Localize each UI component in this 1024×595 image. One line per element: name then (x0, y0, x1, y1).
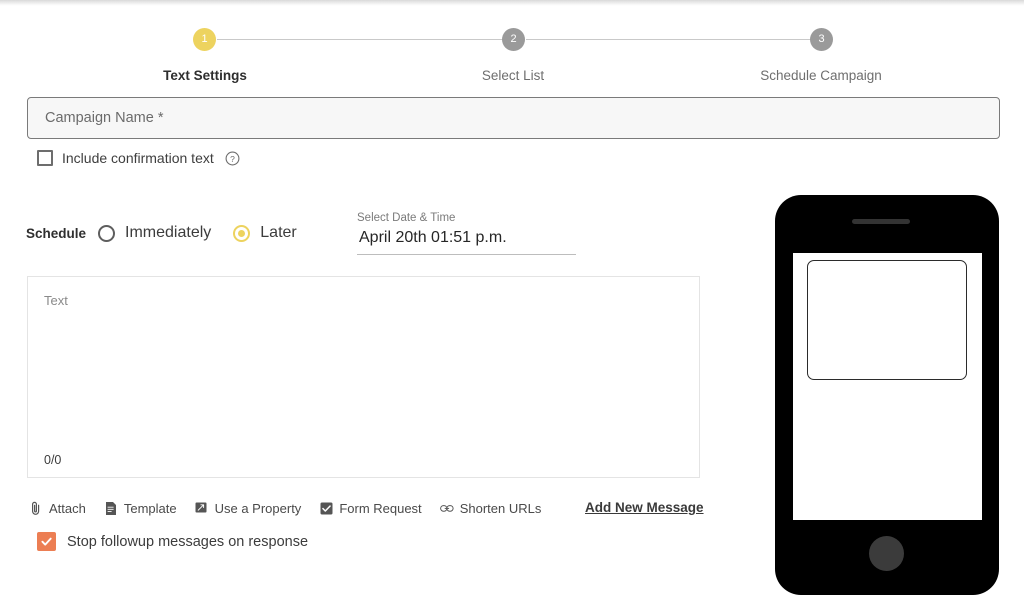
step-circle-1[interactable]: 1 (193, 28, 216, 51)
stop-followup-checkbox[interactable] (37, 532, 56, 551)
message-toolbar: Attach Template Use a Property Form Requ… (29, 500, 553, 516)
step-label-schedule-campaign[interactable]: Schedule Campaign (711, 68, 931, 83)
phone-screen (793, 253, 982, 520)
svg-text:?: ? (230, 153, 235, 163)
shorten-urls-button[interactable]: Shorten URLs (439, 500, 542, 516)
datetime-field-group: Select Date & Time (357, 212, 576, 255)
step-label-select-list[interactable]: Select List (403, 68, 623, 83)
step-connector-2-3 (526, 39, 811, 40)
question-circle-icon[interactable]: ? (225, 151, 240, 166)
phone-home-button-icon (869, 536, 904, 571)
step-circle-2[interactable]: 2 (502, 28, 525, 51)
attach-button[interactable]: Attach (29, 500, 86, 516)
phone-speaker-icon (852, 219, 910, 224)
radio-later-label[interactable]: Later (260, 224, 296, 242)
schedule-row: Schedule Immediately Later (26, 224, 319, 242)
paperclip-icon (29, 500, 43, 516)
page-top-edge (0, 0, 1024, 6)
radio-immediately-label[interactable]: Immediately (125, 224, 211, 242)
stop-followup-label: Stop followup messages on response (67, 533, 309, 550)
template-button[interactable]: Template (104, 500, 177, 516)
shorten-urls-label: Shorten URLs (459, 500, 542, 516)
schedule-caption: Schedule (26, 225, 87, 241)
datetime-label: Select Date & Time (357, 212, 456, 224)
template-label: Template (123, 500, 177, 516)
datetime-input[interactable] (357, 228, 576, 255)
include-confirmation-checkbox[interactable] (37, 150, 53, 166)
link-chain-icon (439, 500, 454, 516)
use-a-property-label: Use a Property (214, 500, 302, 516)
include-confirmation-row[interactable]: Include confirmation text ? (37, 150, 240, 166)
message-preview-bubble (807, 260, 967, 380)
step-label-text-settings[interactable]: Text Settings (95, 68, 315, 83)
attach-label: Attach (49, 500, 86, 516)
add-new-message-link[interactable]: Add New Message (585, 500, 704, 515)
message-placeholder: Text (44, 293, 68, 308)
step-connector-1-2 (217, 39, 503, 40)
form-request-button[interactable]: Form Request (319, 500, 422, 516)
campaign-name-input[interactable] (27, 97, 1000, 139)
stop-followup-row[interactable]: Stop followup messages on response (37, 532, 308, 551)
message-character-counter: 0/0 (44, 453, 62, 467)
check-icon (41, 537, 52, 546)
document-icon (104, 500, 118, 516)
message-textarea-container[interactable]: Text 0/0 (27, 276, 700, 478)
checkbox-filled-icon (319, 500, 333, 516)
step-circle-3[interactable]: 3 (810, 28, 833, 51)
phone-preview-mockup (775, 195, 999, 595)
radio-immediately[interactable] (98, 224, 116, 242)
radio-later[interactable] (233, 224, 251, 242)
wizard-stepper: 1 2 3 Text Settings Select List Schedule… (0, 14, 1024, 83)
form-request-label: Form Request (339, 500, 422, 516)
property-tag-icon (195, 500, 209, 516)
include-confirmation-label: Include confirmation text (62, 150, 214, 166)
use-a-property-button[interactable]: Use a Property (195, 500, 302, 516)
